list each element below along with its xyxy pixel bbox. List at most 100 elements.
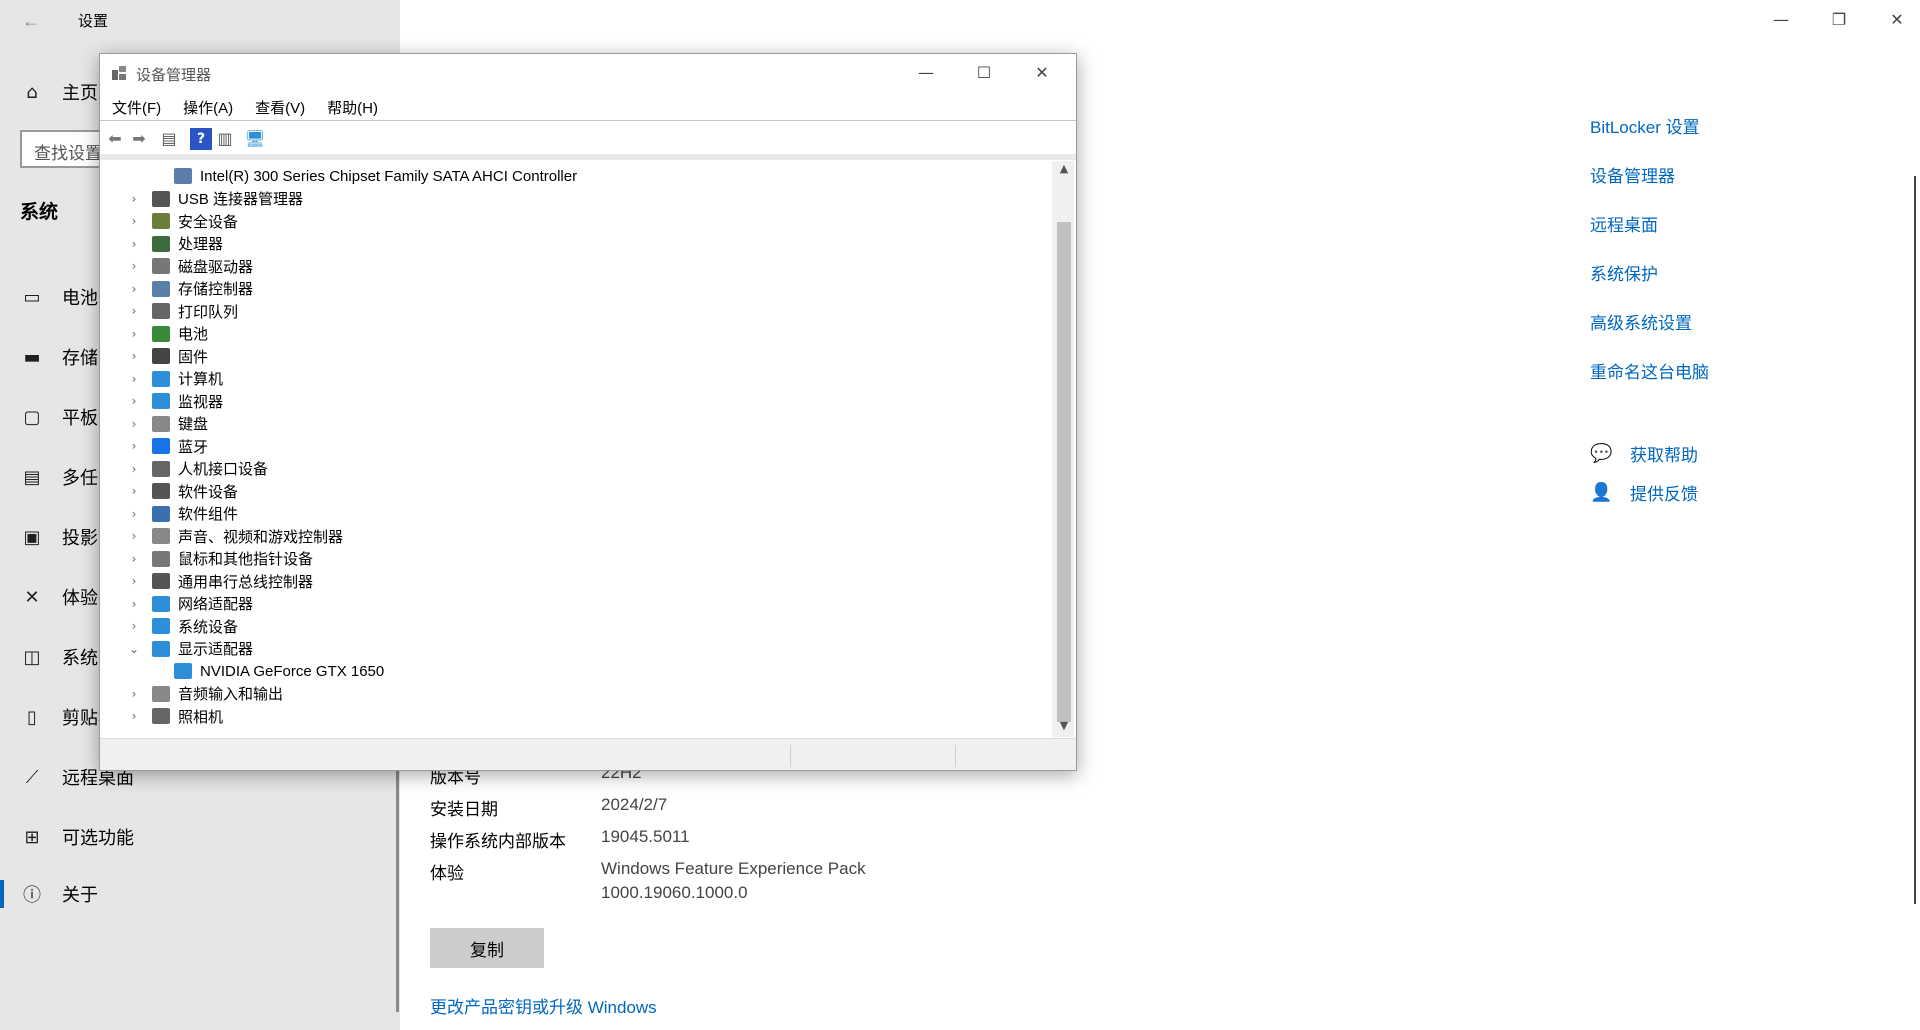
device-icon [152, 258, 170, 274]
tree-category[interactable]: › 照相机 [128, 705, 223, 727]
chevron-right-icon[interactable]: › [128, 417, 140, 431]
chevron-down-icon[interactable]: ⌄ [128, 642, 140, 656]
copy-button[interactable]: 复制 [430, 928, 544, 968]
chevron-right-icon[interactable]: › [128, 552, 140, 566]
chevron-right-icon[interactable]: › [128, 214, 140, 228]
close-icon[interactable]: ✕ [1019, 58, 1065, 88]
advanced-settings-link[interactable]: 高级系统设置 [1590, 309, 1692, 334]
sidebar-item-label: 可选功能 [62, 828, 134, 848]
minimize-icon[interactable]: — [1758, 6, 1804, 34]
chevron-right-icon[interactable]: › [128, 192, 140, 206]
sidebar-item-about[interactable]: ⓘ 关于 [0, 874, 396, 914]
tree-item-label: 鼠标和其他指针设备 [178, 551, 314, 568]
tree-category[interactable]: › 系统设备 [128, 615, 238, 637]
tree-category[interactable]: › 固件 [128, 345, 208, 367]
tree-category[interactable]: › 软件组件 [128, 503, 238, 525]
sidebar-scrollbar[interactable] [396, 760, 399, 1012]
tree-item-label: 蓝牙 [178, 438, 209, 456]
tree-child-item[interactable]: Intel(R) 300 Series Chipset Family SATA … [150, 165, 577, 187]
chevron-right-icon[interactable]: › [128, 507, 140, 521]
properties-icon[interactable]: ▤ [158, 128, 180, 150]
chevron-right-icon[interactable]: › [128, 439, 140, 453]
chevron-right-icon[interactable]: › [128, 327, 140, 341]
tree-category[interactable]: › 声音、视频和游戏控制器 [128, 525, 343, 547]
remote-desktop-link[interactable]: 远程桌面 [1590, 211, 1658, 236]
scroll-thumb[interactable] [1057, 222, 1071, 722]
tree-category[interactable]: › USB 连接器管理器 [128, 188, 303, 210]
tree-category[interactable]: › 监视器 [128, 390, 223, 412]
chevron-right-icon[interactable]: › [128, 574, 140, 588]
tree-category[interactable]: › 人机接口设备 [128, 458, 268, 480]
tree-child-item[interactable]: NVIDIA GeForce GTX 1650 [150, 660, 384, 682]
sidebar-item-optional-features[interactable]: ⊞ 可选功能 [0, 817, 396, 857]
chevron-right-icon[interactable]: › [128, 372, 140, 386]
feedback-link[interactable]: 👤 提供反馈 [1590, 480, 1698, 505]
chevron-right-icon[interactable]: › [128, 484, 140, 498]
menu-help[interactable]: 帮助(H) [315, 94, 388, 120]
tree-category[interactable]: › 磁盘驱动器 [128, 255, 253, 277]
chevron-right-icon[interactable]: › [128, 237, 140, 251]
sidebar-item-label: 关于 [62, 885, 98, 905]
tree-item-label: 安全设备 [178, 213, 239, 231]
tree-category[interactable]: › 处理器 [128, 233, 223, 255]
tree-category[interactable]: › 网络适配器 [128, 593, 253, 615]
tree-category[interactable]: › 安全设备 [128, 210, 238, 232]
back-arrow-icon[interactable]: ← [16, 6, 46, 36]
help-icon[interactable]: ? [190, 128, 212, 150]
chevron-right-icon[interactable]: › [128, 282, 140, 296]
chevron-right-icon[interactable]: › [128, 529, 140, 543]
get-help-link[interactable]: 💬 获取帮助 [1590, 441, 1698, 466]
tree-item-label: 键盘 [178, 416, 209, 433]
chevron-right-icon[interactable]: › [128, 259, 140, 273]
settings-title: 设置 [78, 13, 109, 30]
device-tree[interactable]: Intel(R) 300 Series Chipset Family SATA … [102, 161, 1052, 737]
close-icon[interactable]: ✕ [1874, 6, 1920, 34]
bitlocker-link[interactable]: BitLocker 设置 [1590, 113, 1700, 138]
device-manager-link[interactable]: 设备管理器 [1590, 162, 1675, 187]
menu-view[interactable]: 查看(V) [243, 94, 315, 120]
restore-icon[interactable]: ❐ [1816, 6, 1862, 34]
scroll-down-icon[interactable]: ▼ [1055, 719, 1073, 737]
title-bar[interactable]: 设备管理器 — ☐ ✕ [100, 54, 1076, 92]
details-view-icon[interactable]: ▥ [214, 128, 236, 150]
chevron-right-icon[interactable]: › [128, 709, 140, 723]
tree-category[interactable]: › 软件设备 [128, 480, 238, 502]
scroll-up-icon[interactable]: ▲ [1055, 162, 1073, 180]
chevron-right-icon[interactable]: › [128, 394, 140, 408]
tree-category[interactable]: › 计算机 [128, 368, 223, 390]
tree-category[interactable]: › 存储控制器 [128, 278, 253, 300]
product-key-link[interactable]: 更改产品密钥或升级 Windows [430, 993, 657, 1018]
tree-item-label: 照相机 [178, 708, 224, 726]
device-manager-icon [112, 66, 126, 80]
tree-item-label: 电池 [178, 326, 209, 343]
tree-category[interactable]: ⌄ 显示适配器 [128, 638, 253, 660]
menu-file[interactable]: 文件(F) [100, 94, 171, 120]
tree-category[interactable]: › 通用串行总线控制器 [128, 570, 313, 592]
tree-category[interactable]: › 鼠标和其他指针设备 [128, 548, 313, 570]
chevron-right-icon[interactable]: › [128, 687, 140, 701]
device-icon [152, 190, 170, 207]
forward-arrow-icon[interactable]: ➡ [128, 128, 150, 150]
system-protection-link[interactable]: 系统保护 [1590, 260, 1658, 285]
spec-value: 19045.5011 [601, 827, 690, 846]
menu-action[interactable]: 操作(A) [171, 94, 243, 120]
share-icon: ✕ [24, 586, 40, 608]
minimize-icon[interactable]: — [903, 58, 949, 88]
chevron-right-icon[interactable]: › [128, 462, 140, 476]
chevron-right-icon[interactable]: › [128, 349, 140, 363]
back-arrow-icon[interactable]: ⬅ [104, 128, 126, 150]
tree-category[interactable]: › 蓝牙 [128, 435, 208, 457]
chevron-right-icon[interactable]: › [128, 597, 140, 611]
tree-category[interactable]: › 键盘 [128, 413, 208, 435]
chevron-right-icon[interactable]: › [128, 304, 140, 318]
page-scrollbar[interactable] [1914, 176, 1916, 904]
maximize-icon[interactable]: ☐ [961, 58, 1007, 88]
device-manager-window[interactable]: 设备管理器 — ☐ ✕ 文件(F) 操作(A) 查看(V) 帮助(H) ⬅ ➡ … [99, 53, 1077, 771]
tree-category[interactable]: › 电池 [128, 323, 208, 345]
rename-pc-link[interactable]: 重命名这台电脑 [1590, 358, 1709, 383]
tree-category[interactable]: › 音频输入和输出 [128, 683, 283, 705]
device-icon [152, 280, 170, 297]
chevron-right-icon[interactable]: › [128, 619, 140, 633]
monitor-scan-icon[interactable]: 🖥 [244, 128, 266, 150]
tree-category[interactable]: › 打印队列 [128, 300, 238, 322]
